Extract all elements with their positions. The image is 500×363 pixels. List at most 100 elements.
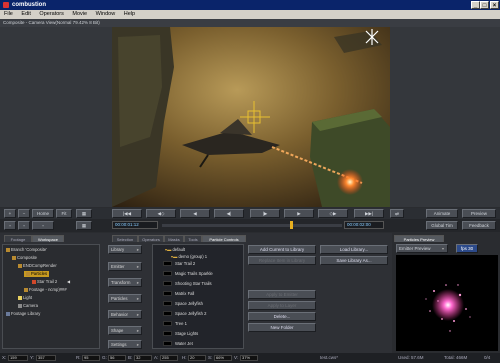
- minimize-button[interactable]: _: [471, 1, 480, 9]
- zoom-in-button[interactable]: +: [4, 209, 16, 218]
- library-item[interactable]: Space Jellyfish: [163, 300, 203, 307]
- category-shape-button[interactable]: Shape ▸: [108, 326, 142, 335]
- zoom-out-button[interactable]: −: [18, 209, 30, 218]
- tree-item[interactable]: Star Trail 2: [32, 279, 57, 285]
- preview-button[interactable]: Preview: [462, 209, 496, 218]
- goto-end-button[interactable]: ▶▶|: [354, 209, 384, 218]
- composite-icon: [12, 255, 16, 260]
- category-library-button[interactable]: Library ▸: [108, 245, 142, 254]
- library-item[interactable]: Shooting Star Trails: [163, 280, 212, 287]
- tab-selection[interactable]: Selection: [112, 235, 138, 242]
- menu-window[interactable]: Window: [96, 11, 116, 17]
- menu-help[interactable]: Help: [124, 11, 135, 17]
- tab-masks[interactable]: Masks: [164, 235, 184, 242]
- next-key-button[interactable]: ◇▶: [318, 209, 348, 218]
- tree-item[interactable]: Composite: [12, 255, 37, 261]
- tree-item[interactable]: Branch 'Composite': [6, 247, 47, 253]
- global-time-button[interactable]: Global Tim: [426, 221, 458, 230]
- library-root[interactable]: ▾▬ default: [165, 246, 185, 253]
- menu-edit[interactable]: Edit: [21, 11, 30, 17]
- end-time-field[interactable]: 00:00:02:00: [344, 221, 384, 229]
- s-value: 66%: [214, 355, 232, 361]
- close-button[interactable]: ×: [490, 1, 499, 9]
- save-library-as-button[interactable]: Save Library As...: [320, 256, 388, 265]
- app-icon: [3, 2, 9, 8]
- preview-mode-select[interactable]: Emitter Preview: [396, 244, 448, 253]
- tree-item[interactable]: Footage - ncmp)###: [24, 287, 67, 293]
- menu-movie[interactable]: Movie: [72, 11, 87, 17]
- tab-workspace[interactable]: Workspace: [32, 235, 64, 242]
- tab-particles-preview[interactable]: Particles Preview: [394, 235, 444, 242]
- view-grid-button[interactable]: ▦: [76, 209, 92, 218]
- playback-option-button-3[interactable]: ▫: [32, 221, 54, 230]
- current-time-field[interactable]: 00:00:01:12: [112, 221, 158, 229]
- new-folder-button[interactable]: New Folder: [248, 323, 316, 332]
- tree-item-selected[interactable]: Particles: [24, 271, 50, 277]
- memory-used: Used: 57.6M: [398, 355, 424, 360]
- home-button[interactable]: Home: [32, 209, 54, 218]
- library-item[interactable]: Stage Lights: [163, 330, 198, 337]
- tree-item[interactable]: Light: [18, 295, 32, 301]
- branch-icon: [6, 247, 10, 252]
- playback-option-button-2[interactable]: ▫: [18, 221, 30, 230]
- fps-field[interactable]: fps 30: [456, 244, 478, 253]
- time-slider-handle[interactable]: [290, 221, 293, 229]
- replace-item-button[interactable]: Replace Item in Library: [248, 256, 316, 265]
- particle-library-list[interactable]: ▾▬ default ▾▬ demo (group) 1 Star Trail …: [152, 244, 244, 349]
- tree-item[interactable]: Footage Library: [6, 311, 40, 317]
- menu-file[interactable]: File: [4, 11, 13, 17]
- v-value: 37%: [240, 355, 258, 361]
- window-title: combustion: [12, 2, 46, 8]
- camera-viewport[interactable]: [0, 27, 500, 207]
- time-slider[interactable]: [162, 224, 342, 227]
- footage-icon: [24, 287, 28, 292]
- library-item[interactable]: Magic Trails Sparkle: [163, 270, 213, 277]
- tab-operators[interactable]: Operators: [138, 235, 164, 242]
- r-label: R:: [76, 355, 81, 360]
- step-forward-button[interactable]: |▶: [250, 209, 280, 218]
- category-behavior-button[interactable]: Behavior ▸: [108, 310, 142, 319]
- play-button[interactable]: ▶: [284, 209, 314, 218]
- play-reverse-button[interactable]: ◀: [180, 209, 210, 218]
- r-value: 95: [82, 355, 100, 361]
- library-item[interactable]: Matrix Fall: [163, 290, 194, 297]
- layout-button[interactable]: ▦: [76, 221, 92, 230]
- tab-particle-controls[interactable]: Particle Controls: [202, 235, 246, 242]
- add-current-to-library-button[interactable]: Add Current to Library: [248, 245, 316, 254]
- library-item[interactable]: Star Trail 2: [163, 260, 195, 267]
- folder-icon: ▾▬: [165, 247, 172, 252]
- transport-toolbar: + − Home Fit ▦ |◀◀ ◀◇ ◀ ◀| |▶ ▶ ◇▶ ▶▶| ⇄…: [0, 208, 500, 219]
- goto-start-button[interactable]: |◀◀: [112, 209, 142, 218]
- load-library-button[interactable]: Load Library...: [320, 245, 388, 254]
- delete-button[interactable]: Delete...: [248, 312, 316, 321]
- library-group[interactable]: ▾▬ demo (group) 1: [171, 253, 207, 260]
- file-name: test.cws*: [320, 355, 339, 360]
- library-item[interactable]: Space Jellyfish 2: [163, 310, 206, 317]
- menu-operators[interactable]: Operators: [39, 11, 63, 17]
- step-back-button[interactable]: ◀|: [214, 209, 244, 218]
- category-emitter-button[interactable]: Emitter ▸: [108, 262, 142, 271]
- tree-item[interactable]: Camera: [18, 303, 38, 309]
- prev-key-button[interactable]: ◀◇: [146, 209, 176, 218]
- playback-option-button[interactable]: ▫: [4, 221, 16, 230]
- category-settings-button[interactable]: Settings ▸: [108, 340, 142, 349]
- category-transform-button[interactable]: Transform ▸: [108, 278, 142, 287]
- feedback-button[interactable]: Feedback: [462, 221, 496, 230]
- apply-to-layer-button[interactable]: Apply to Layer: [248, 301, 316, 310]
- apply-to-emitter-button[interactable]: Apply to Emitter: [248, 290, 316, 299]
- tree-item[interactable]: ENDCompRender: [18, 263, 57, 269]
- preview-thumbnail: [163, 271, 172, 276]
- scene-render[interactable]: [112, 27, 390, 207]
- maximize-button[interactable]: □: [480, 1, 489, 9]
- category-particles-button[interactable]: Particles ▸: [108, 294, 142, 303]
- tab-footage[interactable]: Footage: [4, 235, 32, 242]
- workspace-tree: Branch 'Composite' Composite ENDCompRend…: [2, 244, 100, 349]
- fit-button[interactable]: Fit: [56, 209, 72, 218]
- library-item[interactable]: Water Jet: [163, 340, 193, 347]
- loop-button[interactable]: ⇄: [390, 209, 404, 218]
- x-value: 159: [8, 355, 28, 361]
- tab-tools[interactable]: Tools: [184, 235, 202, 242]
- animate-button[interactable]: Animate: [426, 209, 458, 218]
- particle-preview-canvas[interactable]: [396, 255, 498, 351]
- library-item[interactable]: Tree 1: [163, 320, 187, 327]
